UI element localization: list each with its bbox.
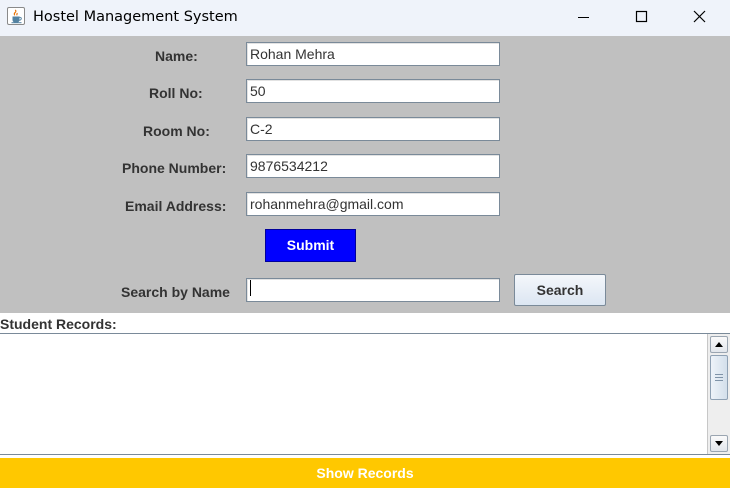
room-no-label: Room No: bbox=[143, 123, 210, 139]
email-address-input[interactable] bbox=[246, 192, 500, 216]
records-scroll-pane bbox=[0, 333, 730, 455]
scroll-down-button[interactable] bbox=[710, 435, 728, 452]
arrow-down-icon bbox=[715, 441, 723, 446]
app-window: Hostel Management System Name: Roll No: … bbox=[0, 0, 730, 488]
search-button[interactable]: Search bbox=[514, 274, 606, 306]
search-by-name-label: Search by Name bbox=[121, 284, 230, 300]
grip-icon bbox=[715, 374, 723, 381]
show-records-button[interactable]: Show Records bbox=[0, 458, 730, 488]
room-no-input[interactable] bbox=[246, 117, 500, 141]
window-title: Hostel Management System bbox=[33, 9, 238, 25]
roll-no-input[interactable] bbox=[246, 79, 500, 103]
java-cup-icon bbox=[7, 7, 25, 25]
text-caret bbox=[250, 280, 251, 296]
maximize-icon bbox=[635, 10, 648, 23]
scroll-thumb[interactable] bbox=[710, 355, 728, 400]
email-address-label: Email Address: bbox=[125, 198, 227, 214]
name-input[interactable] bbox=[246, 42, 500, 66]
maximize-button[interactable] bbox=[618, 0, 664, 36]
title-bar[interactable]: Hostel Management System bbox=[0, 0, 730, 36]
records-text-area[interactable] bbox=[0, 334, 707, 454]
close-button[interactable] bbox=[676, 0, 722, 36]
close-icon bbox=[693, 10, 706, 23]
student-form-panel: Name: Roll No: Room No: Phone Number: Em… bbox=[0, 36, 730, 313]
minimize-button[interactable] bbox=[560, 0, 606, 36]
student-records-label: Student Records: bbox=[0, 316, 117, 332]
submit-button[interactable]: Submit bbox=[265, 229, 356, 262]
phone-number-label: Phone Number: bbox=[122, 160, 227, 176]
minimize-icon bbox=[578, 17, 589, 18]
roll-no-label: Roll No: bbox=[149, 85, 203, 101]
name-label: Name: bbox=[155, 48, 198, 64]
search-input[interactable] bbox=[246, 278, 500, 302]
scroll-up-button[interactable] bbox=[710, 336, 728, 353]
vertical-scrollbar[interactable] bbox=[707, 334, 730, 454]
phone-number-input[interactable] bbox=[246, 154, 500, 178]
arrow-up-icon bbox=[715, 342, 723, 347]
